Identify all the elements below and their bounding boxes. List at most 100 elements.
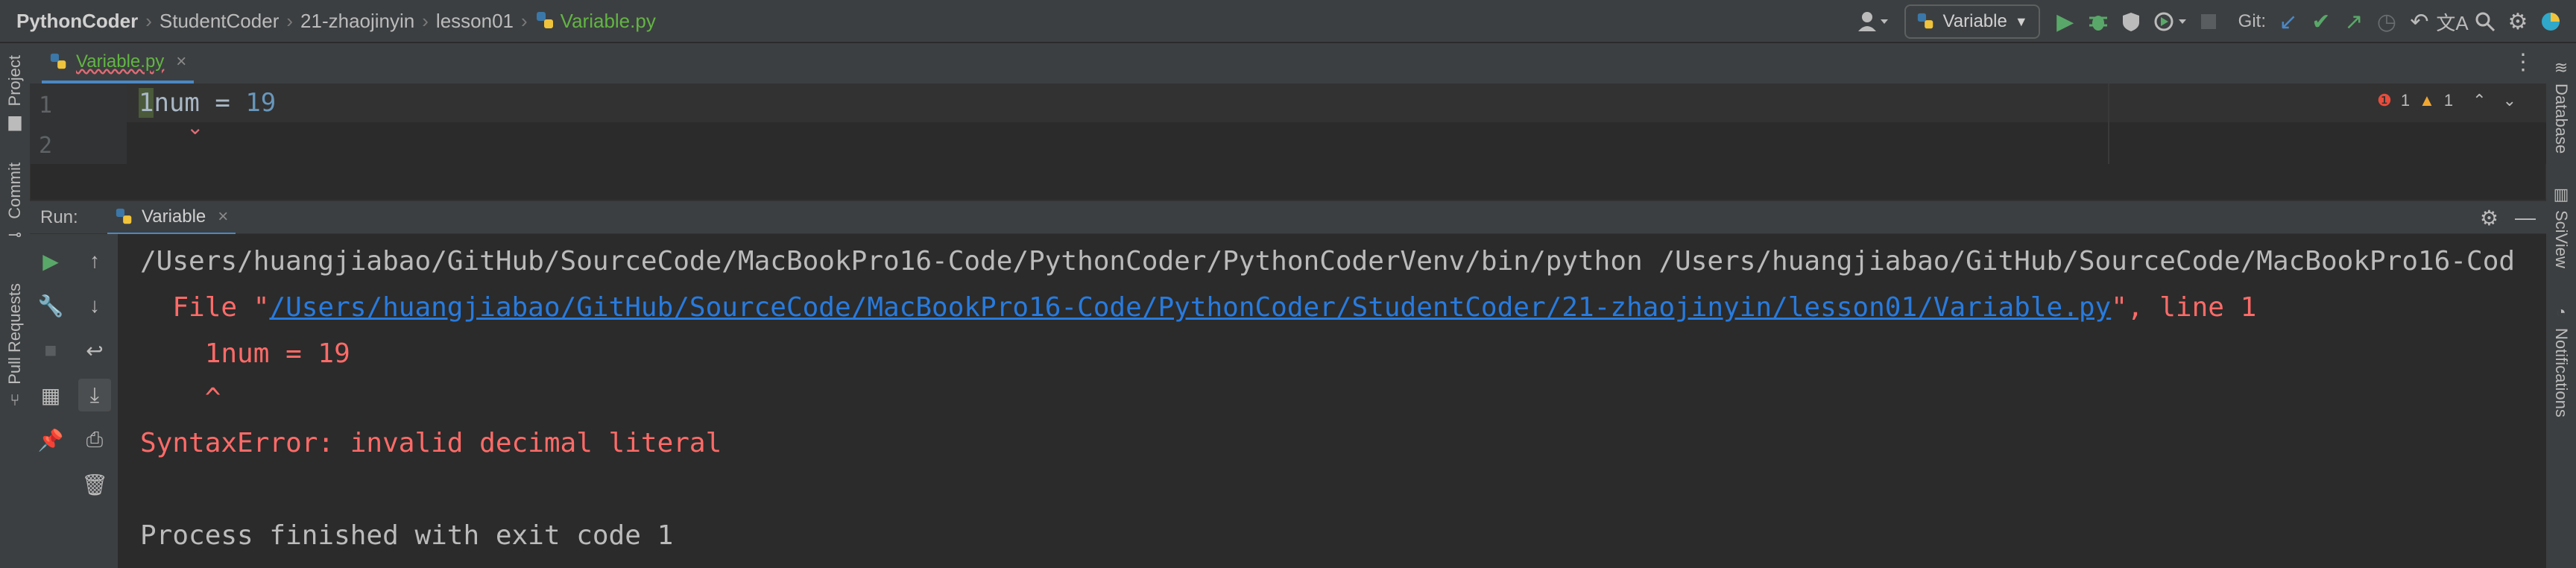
search-icon[interactable] — [2469, 5, 2501, 38]
settings-gear-icon[interactable]: ⚙ — [2480, 206, 2498, 230]
database-tool-label: Database — [2552, 83, 2571, 154]
pull-request-icon: ⑂ — [10, 390, 20, 409]
settings-gear-icon[interactable]: ⚙ — [2501, 5, 2534, 38]
breadcrumb-project[interactable]: PythonCoder — [16, 10, 138, 33]
history-icon[interactable]: ◷ — [2370, 5, 2403, 38]
coverage-icon[interactable] — [2115, 5, 2147, 38]
git-commit-icon[interactable]: ✔ — [2305, 5, 2337, 38]
breadcrumb-file-label: Variable.py — [560, 9, 656, 32]
notifications-tool-label: Notifications — [2552, 328, 2571, 417]
git-push-icon[interactable]: ↗ — [2337, 5, 2370, 38]
soft-wrap-icon[interactable]: ↩ — [78, 334, 111, 367]
pull-requests-tool-tab[interactable]: Pull Requests ⑂ — [0, 283, 30, 410]
chevron-down-icon[interactable]: ⌄ — [2503, 91, 2516, 110]
run-console[interactable]: /Users/huangjiabao/GitHub/SourceCode/Mac… — [118, 234, 2546, 568]
run-tab-label: Variable — [142, 206, 206, 227]
code-editor[interactable]: 1 2 1num = 19 ⌄ ❶ 1 ▲ 1 ⌃ ⌄ — [30, 83, 2546, 164]
database-tool-tab[interactable]: ≋ Database — [2546, 58, 2576, 154]
chevron-up-icon[interactable]: ⌃ — [2472, 91, 2486, 110]
right-margin-guide — [2108, 83, 2109, 164]
jetbrains-logo-icon[interactable] — [2534, 5, 2567, 38]
console-code-line: 1num = 19 — [140, 338, 350, 369]
python-file-icon — [50, 53, 66, 69]
print-icon[interactable]: ⎙ — [78, 423, 111, 456]
right-tool-strip: ≋ Database ▥ SciView ◔ Notifications — [2545, 43, 2576, 568]
rerun-icon[interactable]: ▶ — [34, 244, 67, 277]
user-icon[interactable] — [1851, 5, 1895, 38]
run-toolbar-secondary: ↑ ↓ ↩ ⤓ ⎙ 🗑 — [72, 234, 119, 568]
profile-icon[interactable] — [2147, 5, 2192, 38]
code-number: 19 — [245, 88, 277, 118]
run-configuration-label: Variable — [1942, 11, 2007, 31]
scroll-to-end-icon[interactable]: ⤓ — [78, 379, 111, 411]
current-line-highlight — [127, 83, 2546, 122]
editor-tab-bar: Variable.py × ⋮ — [30, 43, 2546, 84]
warning-count: 1 — [2443, 91, 2454, 110]
navigation-bar: PythonCoder › StudentCoder › 21-zhaojiny… — [0, 0, 2576, 43]
breadcrumb: PythonCoder › StudentCoder › 21-zhaojiny… — [0, 0, 656, 42]
error-count: 1 — [2400, 91, 2411, 110]
left-tool-strip: Project ▆ Commit ⊸ Pull Requests ⑂ — [0, 43, 31, 568]
editor-tab-variable-py[interactable]: Variable.py × — [42, 43, 195, 83]
chevron-right-icon: › — [422, 9, 429, 32]
python-icon — [1917, 13, 1933, 29]
trash-icon[interactable]: 🗑 — [78, 468, 111, 501]
commit-icon: ⊸ — [7, 224, 22, 244]
line-number-gutter: 1 2 — [30, 83, 127, 164]
line-number: 2 — [39, 133, 53, 159]
console-error-message: SyntaxError: invalid decimal literal — [140, 428, 722, 458]
chevron-right-icon: › — [521, 9, 528, 32]
arrow-down-icon[interactable]: ↓ — [78, 289, 111, 322]
notifications-icon: ◔ — [2556, 303, 2566, 321]
console-traceback-file-line: File "/Users/huangjiabao/GitHub/SourceCo… — [140, 292, 2256, 323]
inspection-widget[interactable]: ❶ 1 ▲ 1 ⌃ ⌄ — [2377, 91, 2516, 110]
traceback-file-link[interactable]: /Users/huangjiabao/GitHub/SourceCode/Mac… — [269, 292, 2111, 323]
translate-icon[interactable]: 文A — [2436, 5, 2469, 38]
pin-icon[interactable]: 📌 — [34, 423, 67, 456]
code-identifier: num = — [154, 88, 246, 118]
minimize-icon[interactable]: — — [2515, 206, 2536, 230]
debug-icon[interactable] — [2082, 5, 2115, 38]
error-squiggle-icon: ⌄ — [186, 116, 204, 139]
breadcrumb-item-lesson01[interactable]: lesson01 — [436, 10, 514, 33]
python-icon — [116, 208, 132, 224]
close-icon[interactable]: × — [218, 206, 228, 227]
rollback-icon[interactable]: ↶ — [2403, 5, 2436, 38]
run-label: Run: — [40, 207, 78, 227]
console-caret-line: ^ — [140, 383, 221, 414]
project-tool-tab[interactable]: Project ▆ — [0, 55, 30, 131]
run-tool-window-header: Run: Variable × ⚙ — — [30, 200, 2546, 236]
warning-icon: ▲ — [2419, 91, 2435, 110]
commit-tool-label: Commit — [5, 162, 24, 219]
stop-icon[interactable]: ■ — [34, 334, 67, 367]
git-update-icon[interactable]: ↙ — [2272, 5, 2305, 38]
chevron-down-icon: ▼ — [2014, 13, 2028, 29]
project-tool-label: Project — [5, 55, 24, 107]
run-icon[interactable]: ▶ — [2049, 5, 2082, 38]
line-number: 1 — [39, 92, 53, 119]
run-configuration-select[interactable]: Variable ▼ — [1904, 4, 2040, 39]
run-toolbar-primary: ▶ 🔧 ■ ▦ 📌 — [30, 234, 72, 568]
error-icon: ❶ — [2377, 91, 2392, 110]
notifications-tool-tab[interactable]: ◔ Notifications — [2546, 303, 2576, 417]
sciview-tool-label: SciView — [2552, 210, 2571, 268]
chevron-right-icon: › — [145, 9, 152, 32]
commit-tool-tab[interactable]: Commit ⊸ — [0, 162, 30, 244]
close-icon[interactable]: × — [176, 51, 186, 72]
arrow-up-icon[interactable]: ↑ — [78, 244, 111, 277]
breadcrumb-file[interactable]: Variable.py — [535, 10, 656, 33]
more-vertical-icon[interactable]: ⋮ — [2512, 49, 2534, 75]
stop-icon[interactable] — [2192, 5, 2225, 38]
breadcrumb-item-studentcoder[interactable]: StudentCoder — [160, 10, 279, 33]
wrench-icon[interactable]: 🔧 — [34, 289, 67, 322]
breadcrumb-item-21-zhaojinyin[interactable]: 21-zhaojinyin — [300, 10, 414, 33]
console-command-line: /Users/huangjiabao/GitHub/SourceCode/Mac… — [140, 246, 2516, 277]
chevron-right-icon: › — [286, 9, 294, 32]
error-token: 1 — [139, 88, 154, 118]
sciview-tool-tab[interactable]: ▥ SciView — [2546, 185, 2576, 268]
layout-icon[interactable]: ▦ — [34, 379, 67, 411]
git-label: Git: — [2238, 11, 2266, 31]
code-line-1: 1num = 19 — [139, 88, 276, 118]
run-tab-variable[interactable]: Variable × — [107, 201, 236, 236]
python-file-icon — [536, 12, 553, 28]
